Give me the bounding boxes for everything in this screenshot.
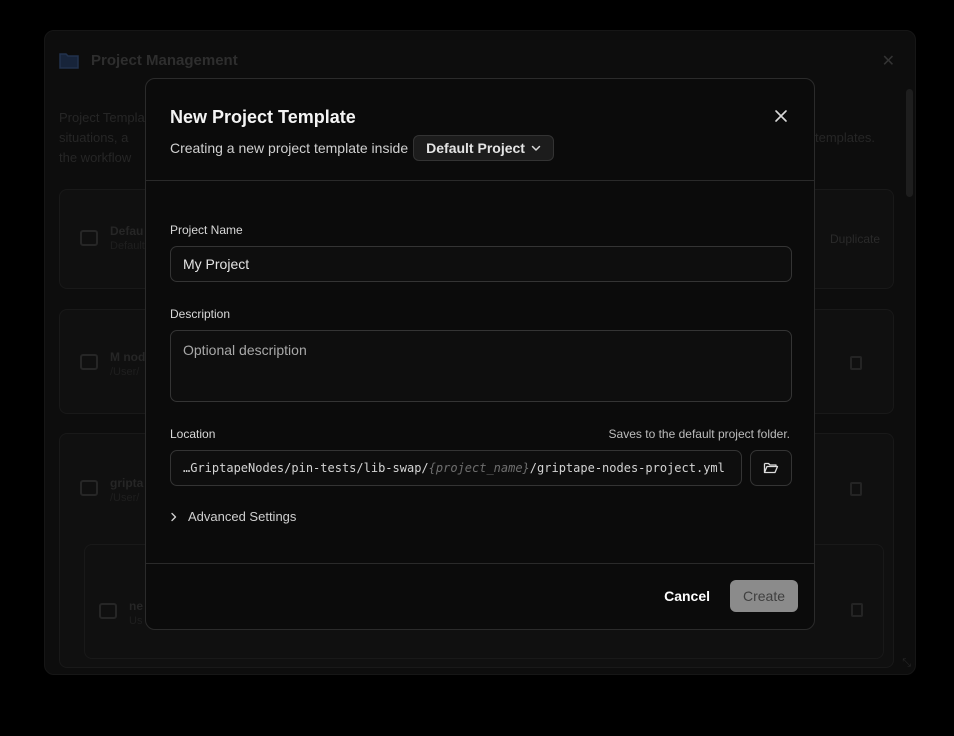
project-name-value: My Project: [183, 256, 250, 272]
resize-handle-icon: ⤡: [902, 657, 911, 669]
chevron-right-icon: [171, 512, 177, 521]
folder-icon: [80, 230, 98, 246]
card-subtitle: /User/: [110, 366, 140, 378]
trash-icon: [851, 603, 863, 617]
folder-icon: [80, 354, 98, 370]
advanced-settings-label: Advanced Settings: [188, 509, 297, 524]
description-textarea[interactable]: Optional description: [170, 330, 792, 402]
folder-open-icon: [763, 462, 779, 474]
project-name-label: Project Name: [170, 223, 243, 237]
card-title: gripta: [110, 476, 144, 490]
description-label: Description: [170, 307, 231, 321]
location-path-suffix: /griptape-nodes-project.yml: [529, 461, 725, 475]
card-title: ne: [129, 599, 144, 613]
location-input[interactable]: …GriptapeNodes/pin-tests/lib-swap/{proje…: [170, 450, 742, 486]
dialog-header: New Project Template Creating a new proj…: [146, 79, 814, 181]
trash-icon: [850, 356, 862, 370]
card-action: Duplicate: [830, 232, 881, 246]
location-label: Location: [170, 427, 216, 441]
background-close-icon: ✕: [881, 53, 895, 70]
cancel-button[interactable]: Cancel: [656, 580, 718, 612]
card-subtitle: Default: [110, 240, 145, 252]
folder-icon: [99, 603, 117, 619]
browse-folder-button[interactable]: [750, 450, 792, 486]
close-icon[interactable]: [774, 109, 788, 123]
card-title: M nod: [110, 350, 146, 364]
dialog-subtitle-row: Creating a new project template inside D…: [170, 135, 554, 161]
location-path-prefix: …GriptapeNodes/pin-tests/lib-swap/: [183, 461, 429, 475]
description-placeholder: Optional description: [183, 342, 307, 358]
background-title: Project Management: [91, 51, 238, 69]
background-description-right: templates.: [815, 130, 875, 145]
project-select-value: Default Project: [426, 140, 525, 156]
background-header: Project Management: [59, 51, 238, 69]
project-select[interactable]: Default Project: [413, 135, 554, 161]
dialog-footer: Cancel Create: [146, 563, 814, 629]
trash-icon: [850, 482, 862, 496]
background-scrollbar: [906, 89, 913, 197]
card-title: Defau: [110, 224, 144, 238]
location-path-variable: {project_name}: [428, 461, 530, 475]
advanced-settings-toggle[interactable]: Advanced Settings: [170, 509, 296, 524]
dialog-subtitle: Creating a new project template inside: [170, 140, 409, 156]
chevron-down-icon: [531, 145, 541, 151]
folder-icon: [59, 53, 79, 69]
dialog-title: New Project Template: [170, 107, 356, 127]
location-hint: Saves to the default project folder.: [608, 427, 790, 441]
new-project-template-dialog: New Project Template Creating a new proj…: [145, 78, 815, 630]
create-button[interactable]: Create: [730, 580, 798, 612]
folder-icon: [80, 480, 98, 496]
card-subtitle: /User/: [110, 492, 140, 504]
card-subtitle: Us: [129, 615, 143, 627]
project-name-input[interactable]: My Project: [170, 246, 792, 282]
